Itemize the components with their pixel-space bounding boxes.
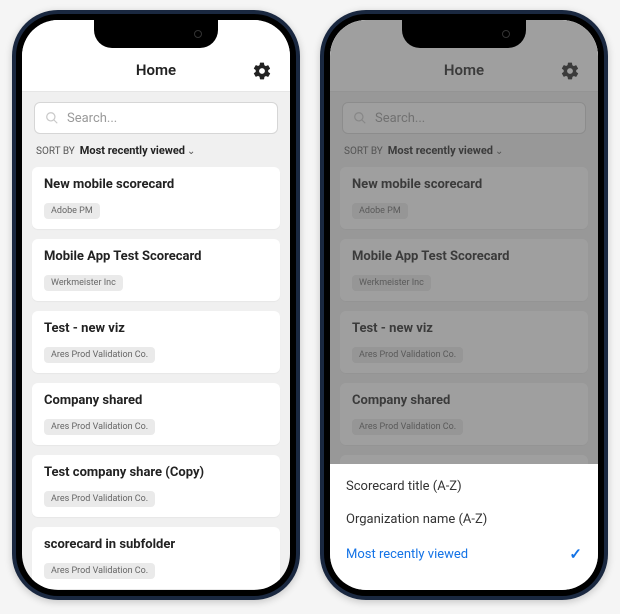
check-icon: ✓ bbox=[569, 545, 582, 563]
list-item[interactable]: Test - new viz Ares Prod Validation Co. bbox=[32, 311, 280, 373]
sort-option-org[interactable]: Organization name (A-Z) bbox=[346, 503, 582, 536]
device-notch bbox=[94, 20, 218, 48]
list-item[interactable]: scorecard in subfolder Ares Prod Validat… bbox=[32, 527, 280, 589]
scorecard-list: New mobile scorecard Adobe PM Mobile App… bbox=[22, 167, 290, 590]
sort-value: Most recently viewed bbox=[80, 144, 185, 157]
org-tag: Ares Prod Validation Co. bbox=[44, 563, 155, 579]
gear-icon bbox=[252, 61, 272, 81]
sort-option-title[interactable]: Scorecard title (A-Z) bbox=[346, 470, 582, 503]
settings-button[interactable] bbox=[252, 61, 272, 81]
device-notch bbox=[402, 20, 526, 48]
org-tag: Ares Prod Validation Co. bbox=[44, 347, 155, 363]
search-input[interactable]: Search... bbox=[34, 102, 278, 134]
search-icon bbox=[45, 111, 59, 125]
org-tag: Ares Prod Validation Co. bbox=[44, 419, 155, 435]
search-placeholder: Search... bbox=[67, 111, 117, 126]
list-item[interactable]: Company shared Ares Prod Validation Co. bbox=[32, 383, 280, 445]
list-item[interactable]: Mobile App Test Scorecard Werkmeister In… bbox=[32, 239, 280, 301]
list-item[interactable]: Test company share (Copy) Ares Prod Vali… bbox=[32, 455, 280, 517]
page-title: Home bbox=[136, 61, 176, 79]
device-left: Home Search... SORT BY Most recently vie… bbox=[12, 10, 300, 600]
device-right: Home Search... SORT BY Most recently vie… bbox=[320, 10, 608, 600]
org-tag: Ares Prod Validation Co. bbox=[44, 491, 155, 507]
sort-sheet: Scorecard title (A-Z) Organization name … bbox=[330, 464, 598, 590]
sort-label: SORT BY bbox=[36, 146, 75, 157]
list-item[interactable]: New mobile scorecard Adobe PM bbox=[32, 167, 280, 229]
sort-by-control[interactable]: SORT BY Most recently viewed⌄ bbox=[22, 142, 290, 167]
org-tag: Werkmeister Inc bbox=[44, 275, 123, 291]
chevron-down-icon: ⌄ bbox=[187, 146, 195, 157]
org-tag: Adobe PM bbox=[44, 203, 100, 219]
sort-option-recent[interactable]: Most recently viewed ✓ bbox=[346, 536, 582, 572]
